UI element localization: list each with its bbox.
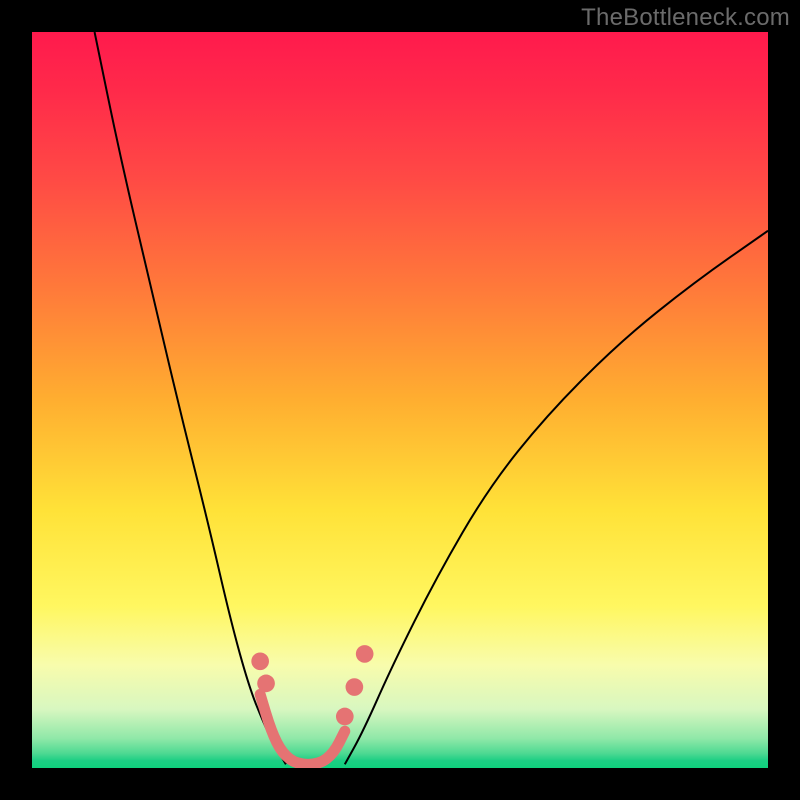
chart-overlay bbox=[32, 32, 768, 768]
marker-right-dot-b bbox=[346, 678, 364, 696]
attribution-text: TheBottleneck.com bbox=[581, 4, 790, 32]
marker-right-dot-c bbox=[356, 645, 374, 663]
chart-stage: TheBottleneck.com bbox=[0, 0, 800, 800]
series-right-arm bbox=[345, 231, 768, 765]
series-valley-floor bbox=[260, 694, 345, 764]
marker-left-dot-lower bbox=[257, 675, 275, 693]
plot-area bbox=[32, 32, 768, 768]
marker-right-dot-a bbox=[336, 708, 354, 726]
marker-left-dot-upper bbox=[251, 652, 269, 670]
